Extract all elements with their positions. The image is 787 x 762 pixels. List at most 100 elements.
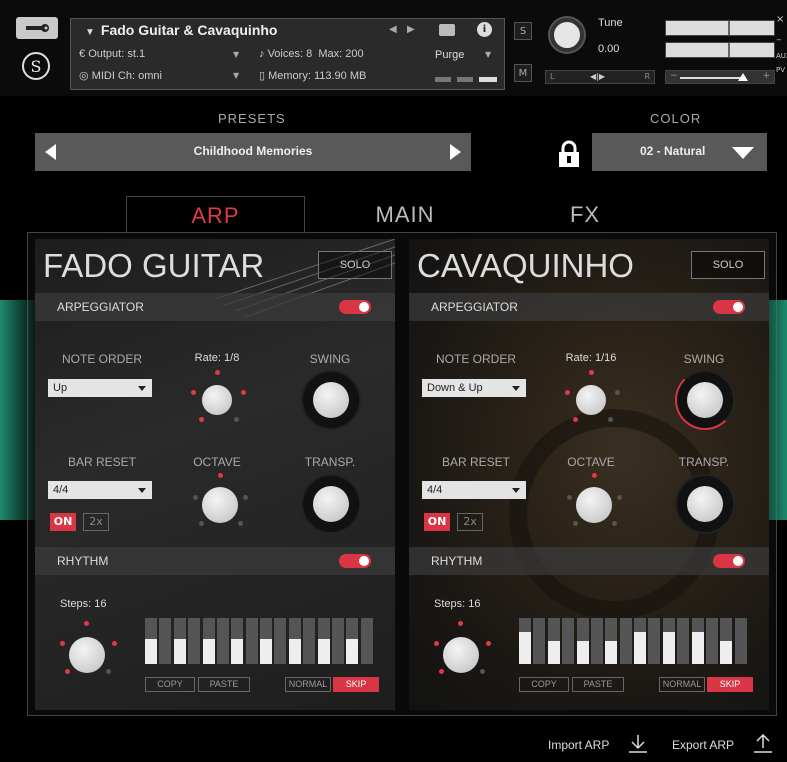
arpeggiator-toggle[interactable] bbox=[713, 300, 745, 314]
bar-reset-on-button[interactable]: ON bbox=[424, 513, 450, 531]
step-cell[interactable] bbox=[245, 618, 258, 664]
step-cell[interactable] bbox=[634, 618, 646, 664]
paste-button[interactable]: PASTE bbox=[198, 677, 250, 692]
tab-main[interactable]: MAIN bbox=[330, 196, 480, 234]
step-cell[interactable] bbox=[231, 618, 244, 664]
aux-label[interactable]: AUX bbox=[776, 52, 787, 60]
octave-knob[interactable] bbox=[202, 487, 238, 523]
step-cell[interactable] bbox=[145, 618, 157, 664]
copy-button[interactable]: COPY bbox=[145, 677, 195, 692]
preset-selector[interactable]: Childhood Memories bbox=[35, 133, 471, 171]
rhythm-toggle[interactable] bbox=[713, 554, 745, 568]
mute-button[interactable]: M bbox=[514, 64, 532, 82]
download-icon[interactable] bbox=[627, 733, 649, 755]
step-cell[interactable] bbox=[188, 618, 201, 664]
step-cell[interactable] bbox=[648, 618, 661, 664]
steps-knob[interactable] bbox=[443, 637, 479, 673]
skip-button[interactable]: SKIP bbox=[707, 677, 753, 692]
purge-dropdown-icon[interactable]: ▼ bbox=[485, 50, 491, 59]
normal-button[interactable]: NORMAL bbox=[285, 677, 331, 692]
info-icon[interactable]: i bbox=[477, 22, 492, 37]
step-cell[interactable] bbox=[533, 618, 546, 664]
rhythm-toggle[interactable] bbox=[339, 554, 371, 568]
tab-arp[interactable]: ARP bbox=[126, 196, 305, 234]
import-arp-button[interactable]: Import ARP bbox=[548, 738, 609, 752]
lock-icon[interactable] bbox=[558, 140, 580, 168]
wrench-icon[interactable] bbox=[16, 17, 58, 39]
step-cell[interactable] bbox=[173, 618, 186, 664]
step-cell[interactable] bbox=[274, 618, 287, 664]
color-selector[interactable]: 02 - Natural bbox=[592, 133, 767, 171]
step-cell[interactable] bbox=[576, 618, 589, 664]
step-cell[interactable] bbox=[317, 618, 330, 664]
step-cell[interactable] bbox=[519, 618, 531, 664]
swing-knob[interactable] bbox=[675, 370, 735, 430]
step-cell[interactable] bbox=[288, 618, 301, 664]
pv-label[interactable]: PV bbox=[776, 66, 785, 74]
normal-button[interactable]: NORMAL bbox=[659, 677, 705, 692]
export-arp-button[interactable]: Export ARP bbox=[672, 738, 734, 752]
step-cell[interactable] bbox=[590, 618, 603, 664]
midi-dropdown-icon[interactable]: ▼ bbox=[233, 71, 239, 80]
solo-toggle[interactable]: SOLO bbox=[318, 251, 392, 279]
step-cell[interactable] bbox=[734, 618, 747, 664]
step-cell[interactable] bbox=[720, 618, 733, 664]
rate-knob[interactable] bbox=[202, 385, 232, 415]
tab-fx[interactable]: FX bbox=[520, 196, 650, 234]
close-icon[interactable]: × bbox=[776, 14, 784, 25]
rate-knob[interactable] bbox=[576, 385, 606, 415]
volume-slider[interactable]: − + bbox=[665, 70, 775, 84]
instrument-title[interactable]: ▼ Fado Guitar & Cavaquinho bbox=[85, 22, 277, 38]
step-cell[interactable] bbox=[562, 618, 575, 664]
bar-reset-on-button[interactable]: ON bbox=[50, 513, 76, 531]
step-sequencer[interactable] bbox=[519, 618, 749, 664]
double-button[interactable]: 2x bbox=[83, 513, 109, 531]
double-button[interactable]: 2x bbox=[457, 513, 483, 531]
step-cell[interactable] bbox=[303, 618, 316, 664]
step-cell[interactable] bbox=[331, 618, 344, 664]
step-cell[interactable] bbox=[691, 618, 704, 664]
steps-knob[interactable] bbox=[69, 637, 105, 673]
preset-next-icon[interactable] bbox=[450, 144, 461, 160]
camera-icon[interactable] bbox=[439, 24, 455, 36]
step-cell[interactable] bbox=[260, 618, 272, 664]
collapse-icon[interactable]: ▼ bbox=[85, 27, 95, 38]
pan-slider[interactable]: L ◀|▶ R bbox=[545, 70, 655, 84]
note-order-dropdown[interactable]: Up bbox=[48, 379, 152, 397]
step-cell[interactable] bbox=[360, 618, 373, 664]
step-cell[interactable] bbox=[605, 618, 618, 664]
note-order-dropdown[interactable]: Down & Up bbox=[422, 379, 526, 397]
step-cell[interactable] bbox=[547, 618, 560, 664]
transpose-knob[interactable] bbox=[675, 474, 735, 534]
step-cell[interactable] bbox=[216, 618, 229, 664]
bar-reset-dropdown[interactable]: 4/4 bbox=[422, 481, 526, 499]
output-dropdown-icon[interactable]: ▼ bbox=[233, 50, 239, 59]
color-dropdown-icon[interactable] bbox=[732, 147, 754, 159]
octave-knob[interactable] bbox=[576, 487, 612, 523]
step-cell[interactable] bbox=[619, 618, 632, 664]
step-cell[interactable] bbox=[159, 618, 172, 664]
step-sequencer[interactable] bbox=[145, 618, 375, 664]
tune-knob[interactable] bbox=[550, 18, 584, 52]
step-cell[interactable] bbox=[202, 618, 215, 664]
arpeggiator-toggle[interactable] bbox=[339, 300, 371, 314]
step-cell[interactable] bbox=[662, 618, 675, 664]
output-selector[interactable]: € Output: st.1 bbox=[79, 48, 145, 60]
step-cell[interactable] bbox=[705, 618, 718, 664]
max-voices-value[interactable]: 200 bbox=[345, 48, 363, 60]
transpose-knob[interactable] bbox=[301, 474, 361, 534]
prev-instrument-icon[interactable]: ◀ bbox=[389, 24, 397, 35]
upload-icon[interactable] bbox=[752, 733, 774, 755]
solo-toggle[interactable]: SOLO bbox=[691, 251, 765, 279]
step-cell[interactable] bbox=[346, 618, 359, 664]
swing-knob[interactable] bbox=[301, 370, 361, 430]
skip-button[interactable]: SKIP bbox=[333, 677, 379, 692]
purge-menu[interactable]: Purge bbox=[435, 49, 464, 61]
paste-button[interactable]: PASTE bbox=[572, 677, 624, 692]
solo-button[interactable]: S bbox=[514, 22, 532, 40]
bar-reset-dropdown[interactable]: 4/4 bbox=[48, 481, 152, 499]
step-cell[interactable] bbox=[677, 618, 690, 664]
midi-channel-selector[interactable]: ◎ MIDI Ch: omni bbox=[79, 69, 162, 82]
copy-button[interactable]: COPY bbox=[519, 677, 569, 692]
next-instrument-icon[interactable]: ▶ bbox=[407, 24, 415, 35]
